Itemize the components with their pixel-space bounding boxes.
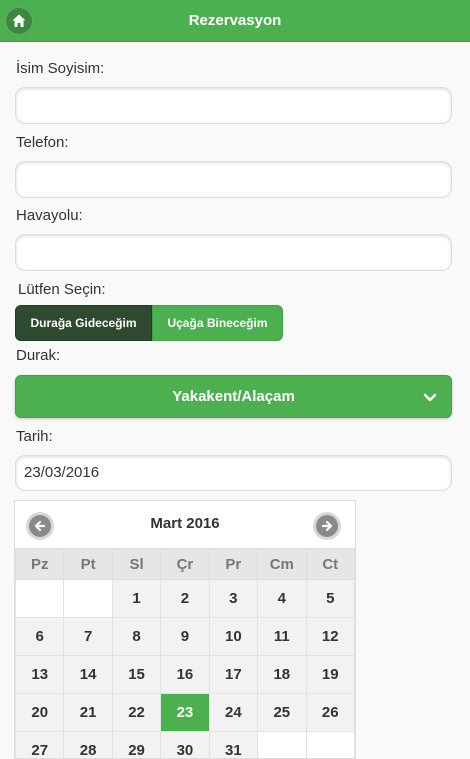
calendar-day[interactable]: 18 xyxy=(257,655,307,694)
calendar-day[interactable]: 2 xyxy=(160,579,210,618)
calendar-day[interactable]: 19 xyxy=(305,655,355,694)
header-bar: Rezervasyon xyxy=(0,0,470,42)
calendar-day[interactable]: 28 xyxy=(63,731,113,758)
calendar-week-row: 27 28 29 30 31 xyxy=(15,731,355,758)
page-title: Rezervasyon xyxy=(188,12,282,29)
chevron-down-icon xyxy=(423,393,437,402)
option-plane-button[interactable]: Uçağa Bineceğim xyxy=(152,305,283,341)
weekday-header: Pz xyxy=(15,548,65,580)
option-station-button[interactable]: Durağa Gideceğim xyxy=(15,305,152,341)
calendar-day[interactable]: 15 xyxy=(111,655,162,694)
calendar-day[interactable]: 16 xyxy=(160,655,210,694)
next-month-button[interactable] xyxy=(313,512,341,540)
calendar-day[interactable]: 25 xyxy=(257,693,307,732)
calendar-empty-cell xyxy=(15,579,65,618)
calendar-week-row: 6 7 8 9 10 11 12 xyxy=(15,617,355,656)
airline-input[interactable] xyxy=(15,234,452,271)
date-label: Tarih: xyxy=(16,428,53,445)
weekday-header: Ct xyxy=(305,548,355,580)
weekday-header: Pt xyxy=(63,548,113,580)
airline-label: Havayolu: xyxy=(16,207,83,224)
calendar-day[interactable]: 5 xyxy=(305,579,355,618)
calendar-day[interactable]: 1 xyxy=(111,579,162,618)
calendar-day[interactable]: 22 xyxy=(111,693,162,732)
calendar-day[interactable]: 17 xyxy=(208,655,259,694)
calendar-day[interactable]: 29 xyxy=(111,731,162,758)
calendar-day[interactable]: 11 xyxy=(257,617,307,656)
calendar-day[interactable]: 14 xyxy=(63,655,113,694)
calendar-day[interactable]: 27 xyxy=(15,731,65,758)
arrow-right-icon xyxy=(321,520,333,532)
calendar-empty-cell xyxy=(257,731,307,758)
phone-label: Telefon: xyxy=(16,134,69,151)
calendar-day[interactable]: 21 xyxy=(63,693,113,732)
stop-label: Durak: xyxy=(16,347,61,364)
calendar-day[interactable]: 20 xyxy=(15,693,65,732)
calendar-day[interactable]: 12 xyxy=(305,617,355,656)
calendar-day[interactable]: 7 xyxy=(63,617,113,656)
stop-select[interactable]: Yakakent/Alaçam xyxy=(15,375,452,418)
calendar-empty-cell xyxy=(305,731,355,758)
calendar-day[interactable]: 6 xyxy=(15,617,65,656)
calendar-day[interactable]: 24 xyxy=(208,693,259,732)
choose-label: Lütfen Seçin: xyxy=(18,281,106,298)
calendar-day[interactable]: 13 xyxy=(15,655,65,694)
datepicker-calendar: Mart 2016 Pz Pt Sl Çr Pr Cm Ct 1 2 3 4 5 6 7 8 9 10 11 12… xyxy=(14,500,356,759)
weekday-header-row: Pz Pt Sl Çr Pr Cm Ct xyxy=(15,548,355,580)
calendar-day[interactable]: 4 xyxy=(257,579,307,618)
weekday-header: Çr xyxy=(160,548,210,580)
calendar-week-row: 13 14 15 16 17 18 19 xyxy=(15,655,355,694)
phone-input[interactable] xyxy=(15,161,452,198)
calendar-grid: Pz Pt Sl Çr Pr Cm Ct 1 2 3 4 5 6 7 8 9 10 11 12 13 14 15 16 17… xyxy=(15,548,355,758)
stop-select-value: Yakakent/Alaçam xyxy=(172,388,295,405)
weekday-header: Pr xyxy=(208,548,259,580)
weekday-header: Sl xyxy=(111,548,162,580)
calendar-day-selected[interactable]: 23 xyxy=(160,693,210,732)
calendar-empty-cell xyxy=(63,579,113,618)
name-label: İsim Soyisim: xyxy=(16,60,105,77)
calendar-month-title: Mart 2016 xyxy=(150,515,220,532)
calendar-week-row: 12345 xyxy=(15,579,355,618)
calendar-week-row: 20 21 22 23 24 25 26 xyxy=(15,693,355,732)
name-input[interactable] xyxy=(15,87,452,124)
calendar-day[interactable]: 30 xyxy=(160,731,210,758)
calendar-day[interactable]: 26 xyxy=(305,693,355,732)
calendar-day[interactable]: 31 xyxy=(208,731,259,758)
weekday-header: Cm xyxy=(257,548,307,580)
calendar-day[interactable]: 10 xyxy=(208,617,259,656)
calendar-day[interactable]: 9 xyxy=(160,617,210,656)
date-input[interactable]: 23/03/2016 xyxy=(15,455,452,491)
calendar-day[interactable]: 8 xyxy=(111,617,162,656)
calendar-day[interactable]: 3 xyxy=(208,579,259,618)
